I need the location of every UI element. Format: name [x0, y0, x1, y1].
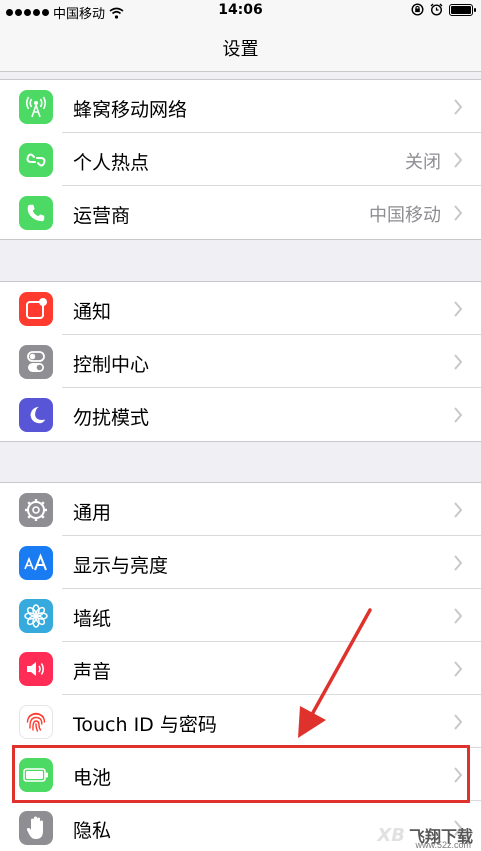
watermark-logo: XB — [377, 824, 405, 846]
annotation-arrow-icon — [298, 608, 372, 738]
watermark-url: www.52z.com — [415, 840, 471, 850]
